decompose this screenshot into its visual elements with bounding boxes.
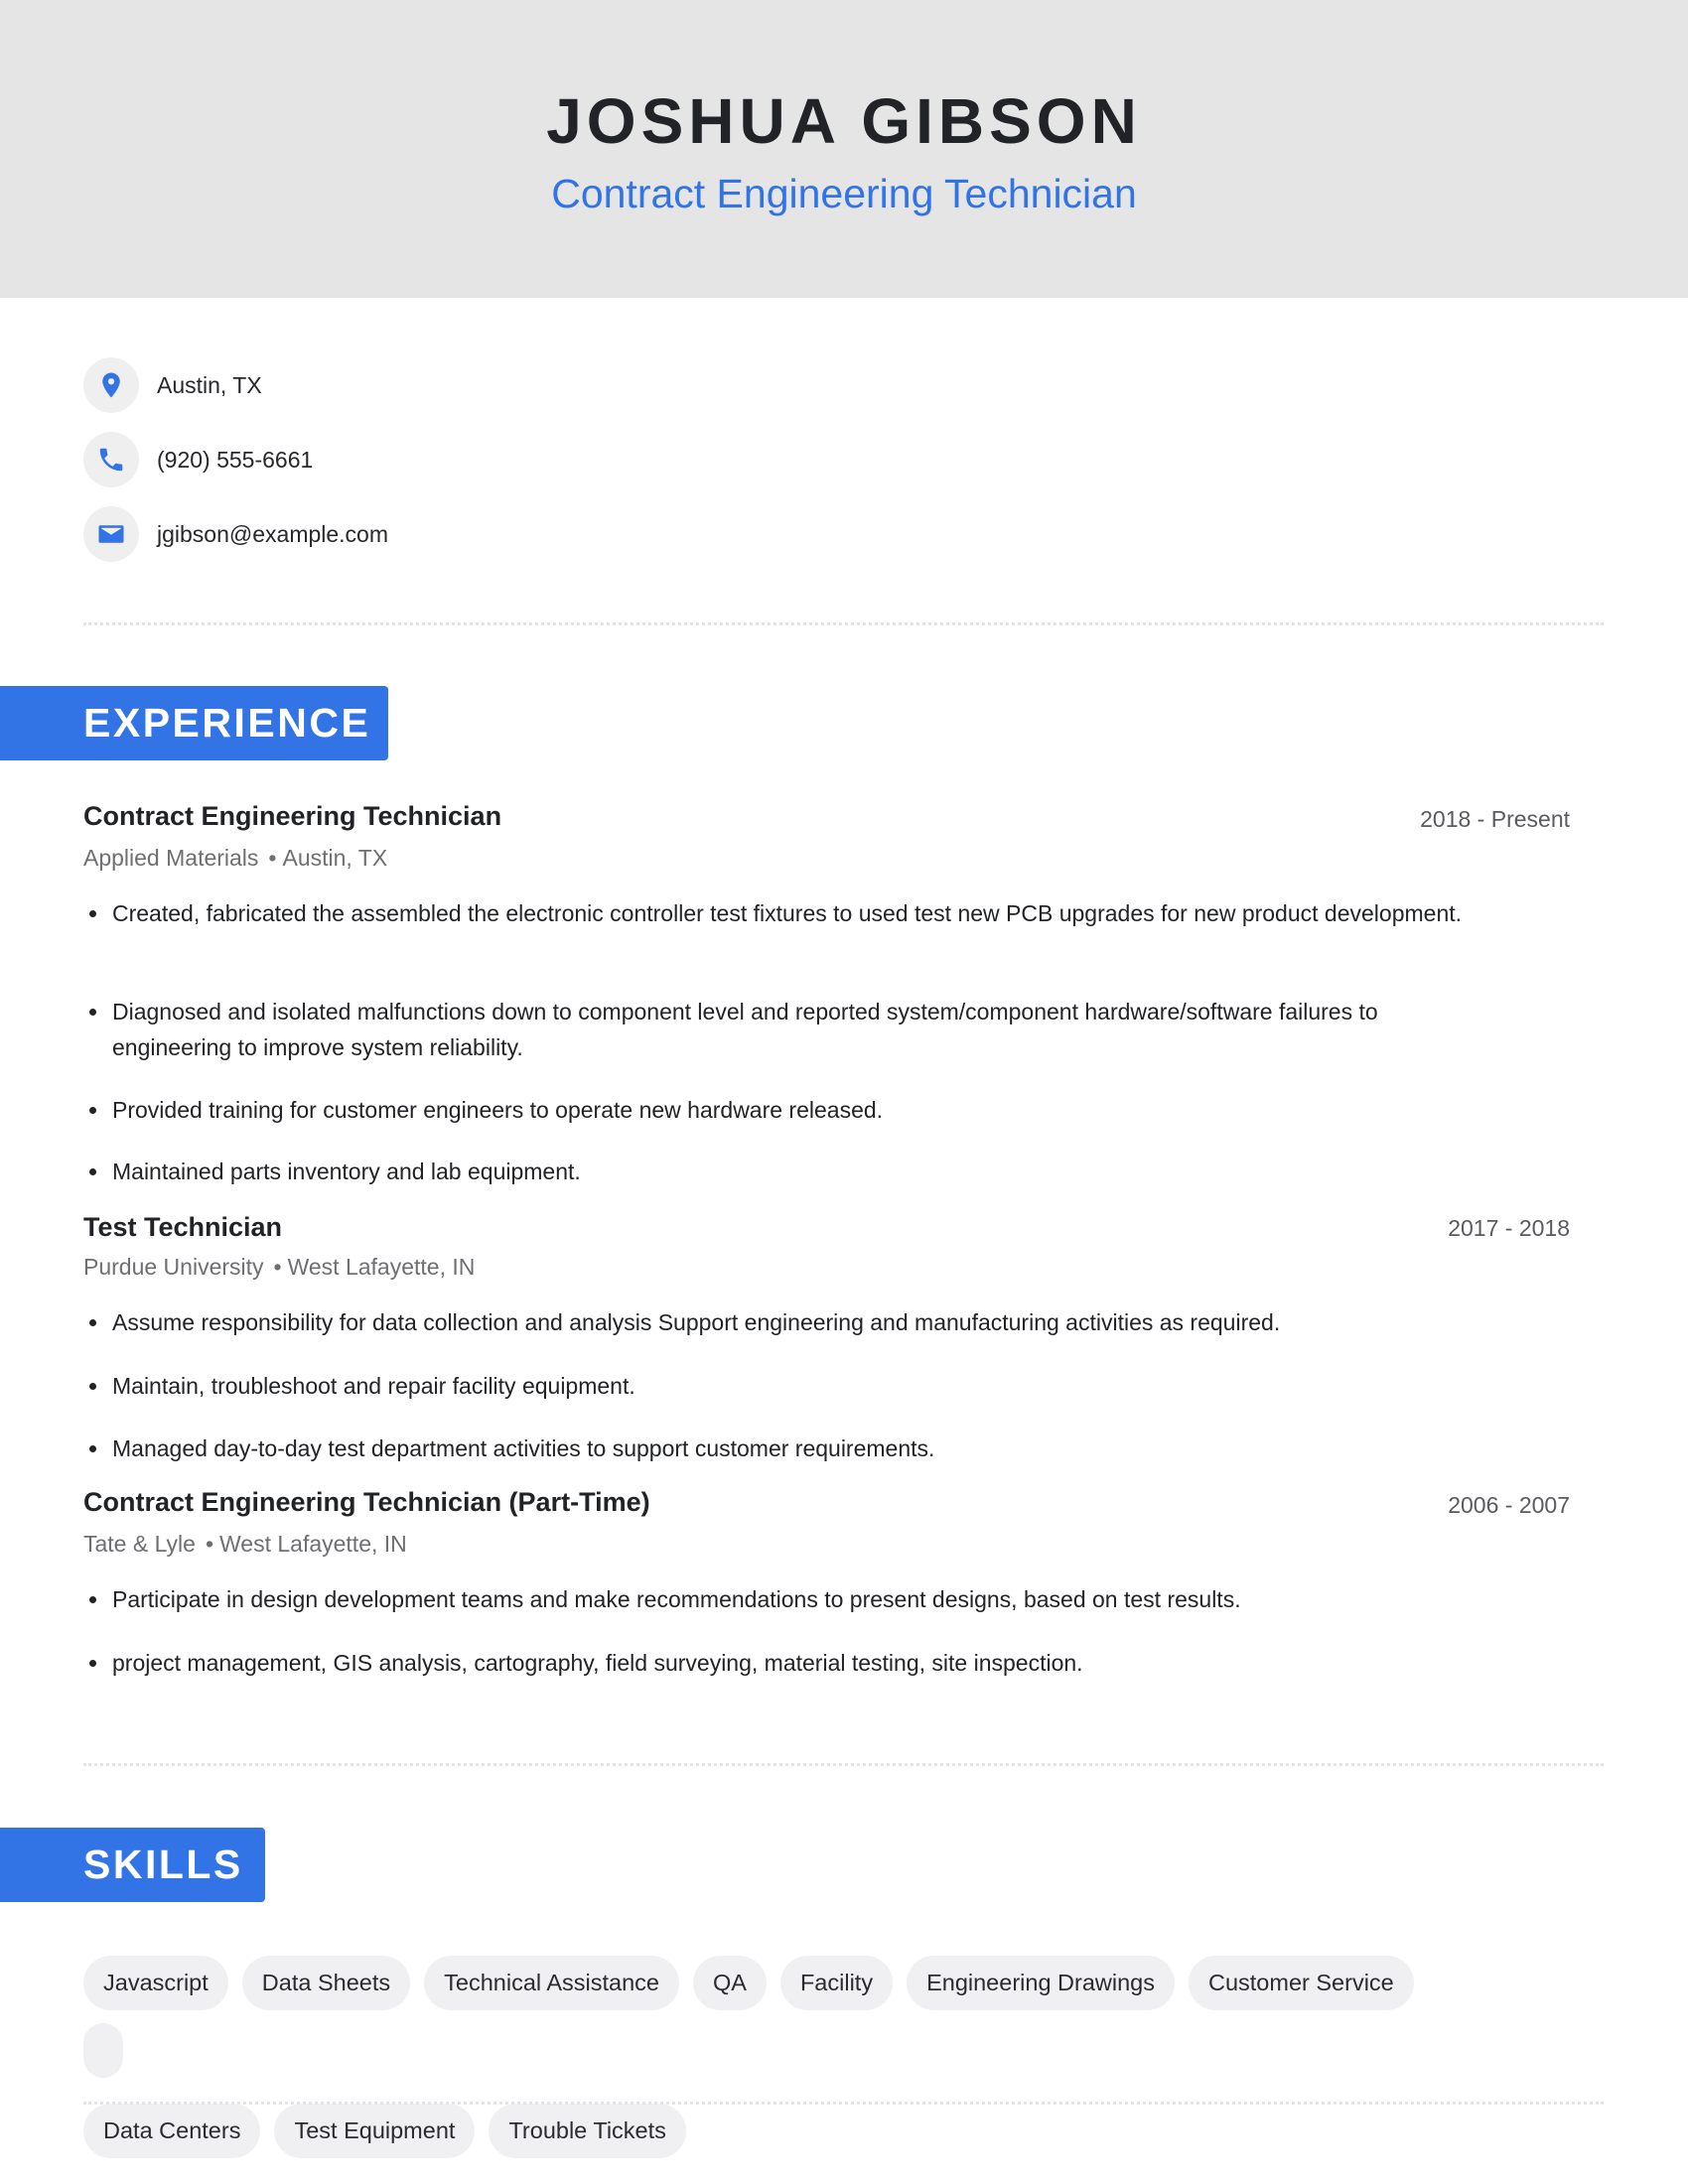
skill-pill: QA — [692, 1956, 767, 2010]
skill-pill: Facility — [779, 1956, 894, 2010]
skill-pill: Trouble Tickets — [489, 2104, 686, 2158]
job-title: Contract Engineering Technician (Part-Ti… — [83, 1487, 650, 1517]
job-dates: 2018 - Present — [1420, 806, 1570, 832]
skill-pill: Javascript — [83, 1956, 228, 2010]
job-company: Tate & Lyle — [83, 1531, 196, 1557]
job-bullet: project management, GIS analysis, cartog… — [83, 1645, 1493, 1681]
email-icon — [83, 506, 139, 562]
contact-location: Austin, TX — [83, 357, 262, 413]
contact-email[interactable]: jgibson@example.com — [83, 506, 388, 562]
resume-header: JOSHUA GIBSON Contract Engineering Techn… — [0, 0, 1688, 298]
job-company: Purdue University — [83, 1254, 264, 1280]
job-title: Contract Engineering Technician — [83, 801, 502, 831]
skill-pill: Test Equipment — [274, 2104, 476, 2158]
skill-pill: Customer Service — [1188, 1956, 1414, 2010]
job-location: Austin, TX — [282, 845, 388, 871]
phone-text[interactable]: (920) 555-6661 — [157, 447, 313, 474]
job-dates: 2006 - 2007 — [1448, 1492, 1570, 1518]
job-bullet: Diagnosed and isolated malfunctions down… — [83, 994, 1493, 1065]
job-bullet: Provided training for customer engineers… — [83, 1092, 1493, 1128]
location-pin-icon — [83, 357, 139, 413]
skills-heading: SKILLS — [0, 1828, 265, 1902]
phone-icon — [83, 432, 139, 487]
section-divider — [83, 622, 1604, 625]
section-divider — [83, 2102, 1604, 2105]
job-location: West Lafayette, IN — [219, 1531, 407, 1557]
job-dates: 2017 - 2018 — [1448, 1215, 1570, 1241]
skill-pill: Engineering Drawings — [907, 1956, 1175, 2010]
job-location: West Lafayette, IN — [287, 1254, 476, 1280]
skills-list: Javascript Data Sheets Technical Assista… — [83, 1956, 1604, 2158]
job-title: Test Technician — [83, 1212, 283, 1242]
job-bullet: Managed day-to-day test department activ… — [83, 1431, 1493, 1466]
separator-dot: • — [268, 845, 277, 871]
separator-dot: • — [205, 1531, 213, 1557]
job-bullet: Created, fabricated the assembled the el… — [83, 895, 1493, 931]
contact-phone[interactable]: (920) 555-6661 — [83, 432, 313, 487]
skill-pill: Data Sheets — [241, 1956, 411, 2010]
job-bullet: Maintained parts inventory and lab equip… — [83, 1154, 1493, 1189]
section-divider — [83, 1763, 1604, 1766]
job-company-line: Tate & Lyle • West Lafayette, IN — [83, 1529, 407, 1559]
job-company: Applied Materials — [83, 845, 259, 871]
experience-heading: EXPERIENCE — [0, 686, 388, 760]
job-company-line: Applied Materials • Austin, TX — [83, 843, 387, 873]
skill-pill: Data Centers — [83, 2104, 261, 2158]
job-bullet: Participate in design development teams … — [83, 1581, 1493, 1617]
skill-pill: Technical Assistance — [424, 1956, 679, 2010]
candidate-name: JOSHUA GIBSON — [546, 85, 1142, 157]
location-text: Austin, TX — [157, 371, 262, 398]
candidate-title: Contract Engineering Technician — [551, 171, 1137, 216]
separator-dot: • — [273, 1254, 282, 1280]
job-bullet: Maintain, troubleshoot and repair facili… — [83, 1368, 1493, 1404]
job-company-line: Purdue University • West Lafayette, IN — [83, 1252, 475, 1282]
email-text[interactable]: jgibson@example.com — [157, 521, 388, 548]
job-bullet: Assume responsibility for data collectio… — [83, 1304, 1493, 1340]
skill-pill-spacer-break — [83, 2023, 123, 2078]
